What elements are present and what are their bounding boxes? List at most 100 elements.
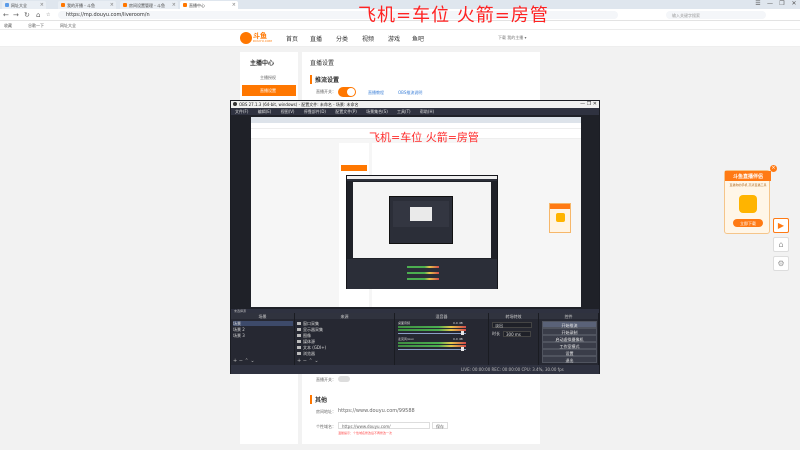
- source-item[interactable]: 媒体源: [297, 339, 315, 344]
- scene-item[interactable]: 场景 2: [233, 327, 245, 332]
- back-icon[interactable]: ←: [3, 11, 9, 19]
- virtual-camera-button[interactable]: 启动虚拟摄像机: [542, 335, 597, 342]
- nav-live[interactable]: 直播: [310, 34, 322, 43]
- room-url-value: https://www.douyu.com/99588: [338, 408, 415, 414]
- settings-button[interactable]: 设置: [542, 349, 597, 356]
- nav-fishbar[interactable]: 鱼吧: [412, 34, 424, 43]
- nested-obs-canvas: [353, 182, 491, 258]
- source-dock-buttons[interactable]: + − ⌃ ⌄: [297, 358, 319, 364]
- studio-mode-button[interactable]: 工作室模式: [542, 342, 597, 349]
- room-url-label: 房间地址：: [316, 409, 336, 414]
- exit-button[interactable]: 退出: [542, 356, 597, 363]
- custom-url-input[interactable]: https://www.douyu.com/: [338, 422, 430, 429]
- nested-ad-head: [550, 204, 570, 209]
- menu-file[interactable]: 文件(F): [235, 109, 248, 114]
- obs-preview[interactable]: 飞机=车位 火箭=房管: [231, 115, 599, 309]
- browser-tab[interactable]: 房间设置管理 - 斗鱼 ×: [120, 1, 178, 9]
- sidebar-item-authorization[interactable]: 主播授权: [242, 72, 296, 83]
- bookmark-item[interactable]: 网址大全: [60, 23, 76, 29]
- menu-edit[interactable]: 编辑(E): [258, 109, 272, 114]
- preview-canvas: 飞机=车位 火箭=房管: [251, 117, 581, 307]
- menu-view[interactable]: 视图(V): [281, 109, 295, 114]
- transitions-dock-title: 转场特效: [489, 313, 538, 319]
- controls-dock-title: 控件: [539, 313, 598, 319]
- source-label: 窗口采集: [303, 321, 319, 326]
- lower-toggle[interactable]: [338, 376, 350, 382]
- close-tab-icon[interactable]: ×: [110, 2, 114, 8]
- live-toggle[interactable]: [338, 87, 356, 97]
- obs-title: OBS 27.1.3 (64-bit, windows) - 配置文件: 未命名…: [239, 102, 359, 107]
- refresh-icon[interactable]: ↻: [24, 11, 30, 19]
- app-icon: [739, 195, 757, 213]
- nav-video[interactable]: 视频: [362, 34, 374, 43]
- browser-tab-active[interactable]: 直播中心 ×: [180, 1, 238, 9]
- nav-home[interactable]: 首页: [286, 34, 298, 43]
- minimize-button[interactable]: —: [764, 0, 776, 7]
- tutorial-link[interactable]: 直播教程: [368, 90, 384, 96]
- close-tab-icon[interactable]: ×: [172, 2, 176, 8]
- source-item[interactable]: 图像: [297, 333, 311, 338]
- user-area[interactable]: 下载 我的主播 ▾: [498, 35, 527, 41]
- menu-scene-collection[interactable]: 场景集合(S): [366, 109, 388, 114]
- logo-subtext: DOUYU.COM: [253, 39, 272, 43]
- maximize-button[interactable]: ❐: [776, 0, 788, 7]
- sources-dock-title: 来源: [295, 313, 394, 319]
- browser-tab[interactable]: 网址大全 ×: [2, 1, 46, 9]
- volume-slider-knob[interactable]: [461, 347, 464, 351]
- start-recording-button[interactable]: 开始录制: [542, 328, 597, 335]
- forward-icon[interactable]: →: [13, 11, 19, 19]
- play-icon[interactable]: ▶: [773, 218, 789, 233]
- menu-icon[interactable]: ☰: [752, 0, 764, 7]
- scene-item[interactable]: 场景: [233, 321, 293, 326]
- volume-slider-knob[interactable]: [461, 331, 464, 335]
- nested-obs-title: [347, 176, 497, 179]
- volume-slider[interactable]: [398, 349, 466, 350]
- ad-download-button[interactable]: 立即下载: [733, 219, 763, 227]
- home-icon[interactable]: ⌂: [773, 237, 789, 252]
- source-item[interactable]: 显示器采集: [297, 327, 323, 332]
- source-item[interactable]: 窗口采集: [297, 321, 319, 326]
- sidebar-item-label: 直播设置: [260, 88, 276, 93]
- scene-item[interactable]: 场景 3: [233, 333, 245, 338]
- close-tab-icon[interactable]: ×: [232, 2, 236, 8]
- close-icon[interactable]: ×: [770, 165, 777, 172]
- menu-profile[interactable]: 配置文件(P): [335, 109, 357, 114]
- sidebar-item-live-settings[interactable]: 直播设置: [242, 85, 296, 96]
- nested-app-icon: [556, 213, 565, 222]
- audio-meter: [398, 326, 466, 328]
- download-ad[interactable]: 斗鱼直播伴侣 直播你的手机 高清直播工具 立即下载: [724, 170, 771, 234]
- obs-window-controls[interactable]: — ❐ ✕: [580, 101, 597, 107]
- home-icon[interactable]: ⌂: [36, 11, 40, 19]
- nested-active-item: [341, 165, 367, 171]
- browser-tab[interactable]: 我的开播 - 斗鱼 ×: [58, 1, 116, 9]
- close-tab-icon[interactable]: ×: [40, 2, 44, 8]
- nav-category[interactable]: 分类: [336, 34, 348, 43]
- scene-dock-buttons[interactable]: + − ⌃ ⌄: [233, 358, 255, 364]
- audio-meter: [398, 329, 466, 331]
- source-item[interactable]: 文本 (GDI+): [297, 345, 326, 350]
- sources-dock: 来源 窗口采集 显示器采集 图像 媒体源 文本 (GDI+) 浏览器 + − ⌃…: [295, 313, 395, 365]
- nav-game[interactable]: 游戏: [388, 34, 400, 43]
- browser-icon: [297, 352, 301, 355]
- close-window-button[interactable]: ✕: [788, 0, 800, 7]
- settings-icon[interactable]: ⚙: [773, 256, 789, 271]
- volume-slider[interactable]: [398, 333, 466, 334]
- nested-meter: [407, 272, 439, 274]
- custom-url-save-button[interactable]: 保存: [432, 422, 448, 429]
- menu-tools[interactable]: 工具(T): [397, 109, 411, 114]
- start-streaming-button[interactable]: 开始推流: [542, 321, 597, 328]
- duration-input[interactable]: 300 ms: [503, 331, 531, 337]
- section-title-other: 其他: [310, 395, 327, 404]
- star-icon[interactable]: ☆: [46, 12, 50, 18]
- menu-docks[interactable]: 停靠部件(D): [304, 109, 326, 114]
- transition-select[interactable]: 淡出: [492, 322, 532, 328]
- text-icon: [297, 346, 301, 349]
- web-search-input[interactable]: 输入关键字搜索: [666, 11, 766, 19]
- bookmark-item[interactable]: 收藏: [4, 23, 12, 29]
- obs-guide-link[interactable]: OBS推流说明: [398, 90, 422, 96]
- menu-help[interactable]: 帮助(H): [420, 109, 434, 114]
- sidebar-title: 主播中心: [250, 60, 275, 67]
- source-item[interactable]: 浏览器: [297, 351, 315, 356]
- douyu-logo[interactable]: 斗鱼 DOUYU.COM: [240, 31, 274, 44]
- bookmark-item[interactable]: 谷歌一下: [28, 23, 44, 29]
